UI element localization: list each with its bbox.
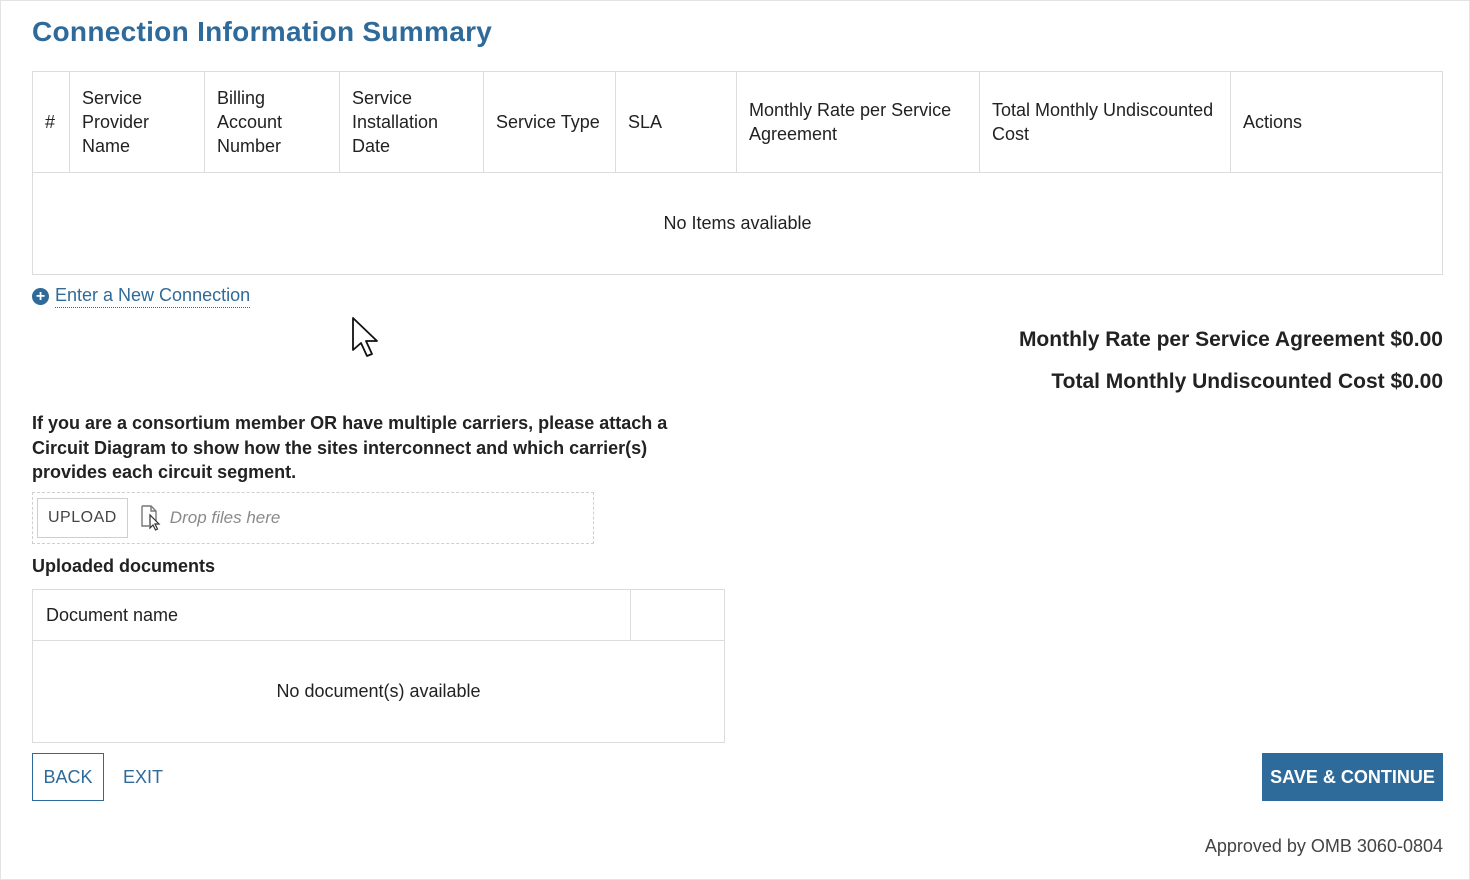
drop-files-text: Drop files here xyxy=(169,508,281,527)
column-header-document-actions xyxy=(630,589,725,641)
upload-button[interactable]: UPLOAD xyxy=(37,498,128,538)
circuit-diagram-instructions: If you are a consortium member OR have m… xyxy=(32,413,668,482)
column-header-sla: SLA xyxy=(615,71,737,173)
back-button[interactable]: BACK xyxy=(32,753,104,801)
connections-table: # Service Provider Name Billing Account … xyxy=(32,71,1443,275)
plus-circle-icon: + xyxy=(32,288,49,305)
column-header-total-cost: Total Monthly Undiscounted Cost xyxy=(979,71,1231,173)
column-header-monthly-rate: Monthly Rate per Service Agreement xyxy=(736,71,980,173)
exit-button[interactable]: EXIT xyxy=(114,753,172,801)
documents-header-row: Document name xyxy=(32,589,725,641)
empty-documents-message: No document(s) available xyxy=(32,640,725,743)
column-header-service-provider: Service Provider Name xyxy=(69,71,205,173)
monthly-rate-total: Monthly Rate per Service Agreement $0.00 xyxy=(1018,328,1443,351)
page-title: Connection Information Summary xyxy=(32,16,493,47)
uploaded-documents-heading: Uploaded documents xyxy=(32,556,216,576)
file-drop-zone[interactable]: UPLOAD Drop files here xyxy=(32,492,594,544)
mouse-pointer-icon xyxy=(352,317,378,357)
documents-empty-row: No document(s) available xyxy=(32,640,725,743)
column-header-service-type: Service Type xyxy=(483,71,616,173)
column-header-installation-date: Service Installation Date xyxy=(339,71,484,173)
save-and-continue-button[interactable]: SAVE & CONTINUE xyxy=(1262,753,1443,801)
enter-new-connection-link[interactable]: + Enter a New Connection xyxy=(32,285,251,308)
file-drop-icon xyxy=(140,505,162,531)
column-header-billing-account: Billing Account Number xyxy=(204,71,340,173)
column-header-number: # xyxy=(32,71,70,173)
documents-table: Document name No document(s) available xyxy=(32,589,725,743)
empty-row: No Items avaliable xyxy=(32,172,1443,275)
omb-approval-text: Approved by OMB 3060-0804 xyxy=(1204,836,1443,856)
empty-table-message: No Items avaliable xyxy=(32,172,1443,275)
column-header-document-name: Document name xyxy=(32,589,631,641)
column-header-actions: Actions xyxy=(1230,71,1443,173)
table-header-row: # Service Provider Name Billing Account … xyxy=(32,71,1443,173)
enter-new-connection-label: Enter a New Connection xyxy=(55,285,251,308)
monthly-undiscounted-cost-total: Total Monthly Undiscounted Cost $0.00 xyxy=(1051,370,1443,393)
